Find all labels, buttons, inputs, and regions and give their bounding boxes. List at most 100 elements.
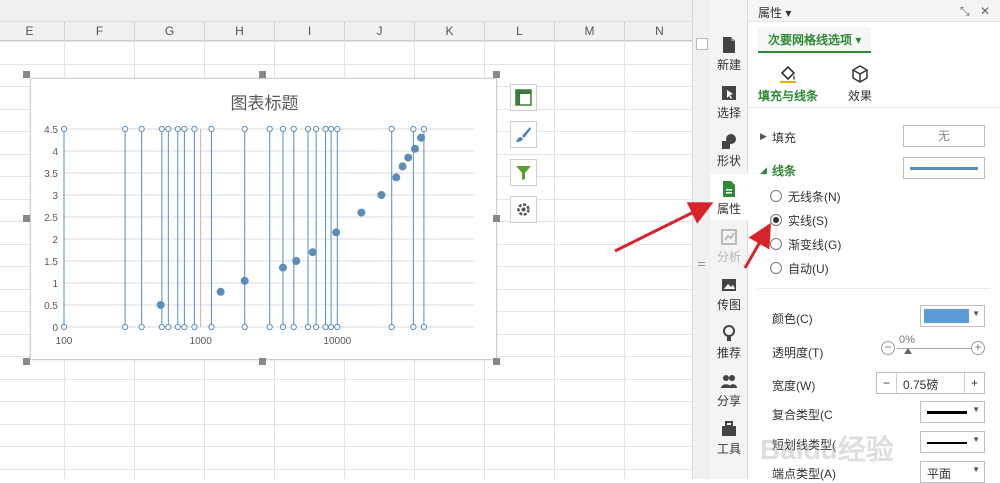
data-point[interactable]: [398, 162, 407, 171]
gridline-handle-top[interactable]: [420, 125, 428, 133]
transparency-increase-button[interactable]: +: [971, 341, 985, 355]
line-label[interactable]: 线条: [772, 162, 796, 179]
y-tick-label[interactable]: 1.5: [44, 257, 58, 268]
gridline-handle-bottom[interactable]: [279, 323, 287, 331]
column-header-k[interactable]: K: [415, 22, 485, 41]
column-header-l[interactable]: L: [485, 22, 555, 41]
task-item-share[interactable]: 分享: [710, 366, 748, 412]
task-item-new[interactable]: 新建: [710, 30, 748, 76]
chart-plot[interactable]: 0 0.5 1 1.5 2 2.5 3 3.5 4 4.5 100 1000 10000: [31, 79, 498, 361]
gridline-handle-top[interactable]: [279, 125, 287, 133]
chart-resize-handle-tr[interactable]: [493, 71, 500, 78]
task-item-property[interactable]: 属性: [710, 174, 748, 220]
gridline-handle-top[interactable]: [266, 125, 273, 133]
task-item-select[interactable]: 选择: [710, 78, 748, 124]
gridline-handle-bottom[interactable]: [334, 323, 341, 331]
chevron-down-icon[interactable]: ▼: [972, 405, 980, 414]
gridline-handle-bottom[interactable]: [191, 323, 198, 331]
radio-no-line[interactable]: 无线条(N): [770, 188, 841, 204]
data-point[interactable]: [156, 301, 165, 309]
column-header-j[interactable]: J: [345, 22, 415, 41]
tab-fill-and-line[interactable]: 填充与线条: [754, 64, 822, 104]
width-value[interactable]: 0.75磅: [903, 376, 938, 393]
gridline-handle-top[interactable]: [327, 125, 335, 133]
gridline-handle-top[interactable]: [410, 125, 417, 133]
task-item-upload-image[interactable]: 传图: [710, 270, 748, 316]
data-point[interactable]: [377, 191, 386, 199]
chart-resize-handle-br[interactable]: [493, 358, 500, 365]
radio-solid-line-circle[interactable]: [770, 214, 782, 226]
dash-type-dropdown[interactable]: ▼: [920, 431, 985, 453]
gridline-handle-top[interactable]: [322, 125, 329, 133]
chart-style-button[interactable]: [510, 121, 537, 148]
chart-resize-handle-tc[interactable]: [259, 71, 266, 78]
radio-no-line-circle[interactable]: [770, 190, 782, 202]
column-header-h[interactable]: H: [205, 22, 275, 41]
chart-resize-handle-mr[interactable]: [493, 215, 500, 222]
data-point[interactable]: [417, 133, 426, 142]
width-increase-button[interactable]: +: [964, 373, 984, 393]
column-header-g[interactable]: G: [135, 22, 205, 41]
task-item-toolbox[interactable]: 工具: [710, 414, 748, 460]
transparency-decrease-button[interactable]: −: [881, 341, 895, 355]
gridline-handle-bottom[interactable]: [208, 323, 215, 331]
y-tick-label[interactable]: 3.5: [44, 169, 58, 180]
gridline-handle-top[interactable]: [290, 125, 297, 133]
chevron-down-icon[interactable]: ▼: [972, 435, 980, 444]
gridline-handle-bottom[interactable]: [158, 323, 165, 331]
panel-title[interactable]: 属性 ▾: [758, 4, 791, 21]
scroll-up-button[interactable]: [696, 38, 708, 50]
line-preview-button[interactable]: [903, 157, 985, 179]
gridline-handle-top[interactable]: [334, 125, 341, 133]
y-tick-label[interactable]: 3: [52, 191, 58, 202]
chevron-down-icon[interactable]: ▼: [972, 309, 980, 318]
gridline-handle-bottom[interactable]: [290, 323, 297, 331]
x-tick-label[interactable]: 10000: [323, 336, 351, 347]
chart-filter-button[interactable]: [510, 159, 537, 186]
fill-value-button[interactable]: 无: [903, 125, 985, 147]
gridline-handle-top[interactable]: [388, 125, 395, 133]
gridline-handle-bottom[interactable]: [313, 323, 320, 331]
data-point[interactable]: [332, 228, 341, 237]
gridline-handle-bottom[interactable]: [388, 323, 395, 331]
task-item-recommend[interactable]: 推荐: [710, 318, 748, 364]
gridline-handle-bottom[interactable]: [241, 323, 248, 331]
gridline-handle-bottom[interactable]: [420, 323, 428, 331]
data-point[interactable]: [292, 257, 301, 265]
column-header-f[interactable]: F: [65, 22, 135, 41]
gridline-handle-top[interactable]: [241, 125, 248, 133]
data-point[interactable]: [357, 208, 366, 217]
x-tick-label[interactable]: 100: [56, 336, 73, 347]
gridline-handle-bottom[interactable]: [266, 323, 273, 331]
column-header-m[interactable]: M: [555, 22, 625, 41]
gridline-handle-bottom[interactable]: [122, 323, 129, 331]
chart-resize-handle-bc[interactable]: [259, 358, 266, 365]
width-decrease-button[interactable]: −: [877, 373, 897, 393]
data-point[interactable]: [404, 153, 413, 162]
splitter-grip-icon[interactable]: [698, 262, 705, 266]
gridline-handle-top[interactable]: [181, 125, 188, 133]
data-point[interactable]: [410, 144, 419, 153]
gridline-handle-bottom[interactable]: [410, 323, 417, 331]
y-tick-label[interactable]: 0.5: [44, 301, 58, 312]
compound-type-dropdown[interactable]: ▼: [920, 401, 985, 423]
radio-auto-line[interactable]: 自动(U): [770, 260, 829, 276]
chart-object[interactable]: 图表标题 0 0.5 1 1.5 2 2.5 3 3.5 4 4.5 100 1000 10000: [30, 78, 497, 360]
chart-elements-button[interactable]: [510, 84, 537, 111]
y-tick-label[interactable]: 2: [52, 235, 58, 246]
y-tick-label[interactable]: 4.5: [44, 125, 58, 136]
x-tick-label[interactable]: 1000: [190, 336, 213, 347]
width-stepper[interactable]: − 0.75磅 +: [876, 372, 985, 394]
data-point[interactable]: [278, 263, 287, 272]
chart-resize-handle-ml[interactable]: [23, 215, 30, 222]
chevron-down-icon[interactable]: ▼: [972, 465, 980, 474]
gridline-handle-top[interactable]: [138, 125, 145, 133]
option-type-dropdown[interactable]: 次要网格线选项 ▾: [758, 27, 872, 53]
y-tick-label[interactable]: 0: [52, 323, 58, 334]
column-header-i[interactable]: I: [275, 22, 345, 41]
gridline-handle-top[interactable]: [60, 125, 68, 133]
transparency-slider-thumb[interactable]: [904, 348, 912, 354]
tab-effects[interactable]: 效果: [826, 64, 894, 104]
endpoint-type-dropdown[interactable]: 平面 ▼: [920, 461, 985, 483]
radio-auto-line-circle[interactable]: [770, 262, 782, 274]
